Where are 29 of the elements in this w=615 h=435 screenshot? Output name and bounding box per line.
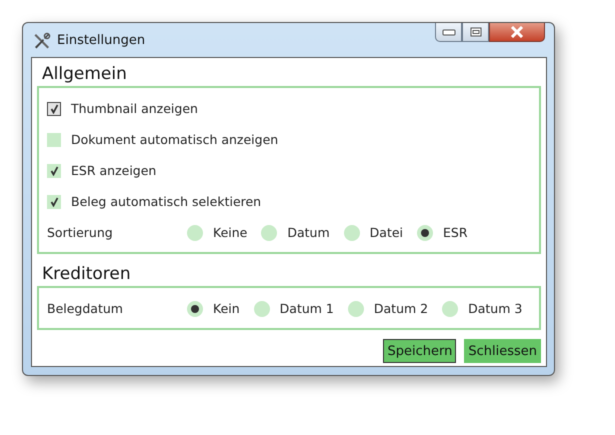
maximize-button[interactable] xyxy=(462,23,489,42)
checkmark-icon xyxy=(50,104,58,114)
checkbox[interactable]: Thumbnail anzeigen xyxy=(47,101,198,116)
dialog-button[interactable]: Speichern xyxy=(383,339,456,363)
radio-button[interactable]: Datum xyxy=(261,224,330,240)
minimize-button[interactable] xyxy=(435,23,462,42)
checkbox[interactable]: Dokument automatisch anzeigen xyxy=(47,132,278,147)
close-button[interactable] xyxy=(489,23,545,42)
radio-button[interactable]: Datum 1 xyxy=(254,300,334,316)
dialog-button[interactable]: Schliessen xyxy=(464,339,541,363)
minimize-icon xyxy=(442,28,456,36)
checkmark-icon xyxy=(50,196,58,206)
window-title: Einstellungen xyxy=(57,33,146,48)
field-label: Sortierung xyxy=(47,225,114,240)
section-heading: Kreditoren xyxy=(41,263,132,286)
radio-button[interactable]: Datei xyxy=(344,224,404,240)
checkbox[interactable]: Beleg automatisch selektieren xyxy=(47,194,262,209)
checkmark-icon xyxy=(50,166,58,176)
radio-button[interactable]: Datum 2 xyxy=(348,300,428,316)
tools-icon xyxy=(33,32,51,50)
maximize-icon xyxy=(470,27,482,37)
field-label: Belegdatum xyxy=(47,301,124,316)
radio-button[interactable]: Keine xyxy=(187,224,248,240)
radio-button[interactable]: Kein xyxy=(187,300,240,316)
radio-button[interactable]: ESR xyxy=(417,224,468,240)
checkbox[interactable]: ESR anzeigen xyxy=(47,163,156,178)
radio-button[interactable]: Datum 3 xyxy=(442,300,522,316)
section-heading: Allgemein xyxy=(41,63,128,86)
close-icon xyxy=(509,26,525,38)
